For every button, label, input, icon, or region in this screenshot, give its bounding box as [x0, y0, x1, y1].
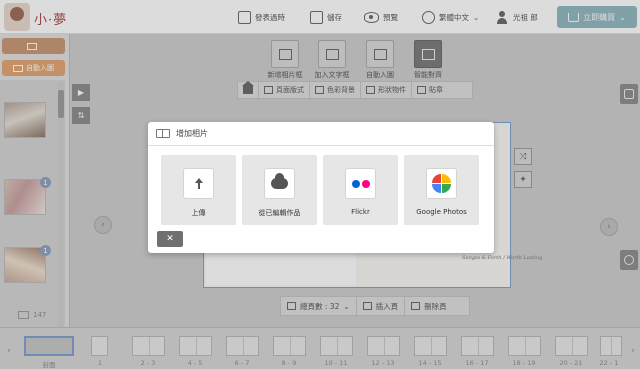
- dialog-header: 增加相片: [148, 122, 494, 146]
- album-icon: [156, 129, 170, 138]
- option-label: Google Photos: [416, 208, 467, 216]
- cloud-icon: [264, 168, 295, 199]
- google-photos-icon: [426, 168, 457, 199]
- dialog-title: 增加相片: [176, 129, 208, 138]
- close-button[interactable]: ✕: [157, 231, 183, 247]
- upload-icon: [183, 168, 214, 199]
- close-icon: ✕: [166, 234, 174, 244]
- option-label: Flickr: [351, 208, 370, 216]
- option-label: 從已編輯作品: [258, 209, 301, 217]
- flickr-icon: [345, 168, 376, 199]
- from-edited-works-option[interactable]: 從已編輯作品: [242, 155, 317, 225]
- upload-option[interactable]: 上傳: [161, 155, 236, 225]
- option-label: 上傳: [191, 209, 206, 217]
- flickr-option[interactable]: Flickr: [323, 155, 398, 225]
- add-photo-dialog: 增加相片 上傳 從已編輯作品 Flickr Google Photos ✕: [148, 122, 494, 253]
- google-photos-option[interactable]: Google Photos: [404, 155, 479, 225]
